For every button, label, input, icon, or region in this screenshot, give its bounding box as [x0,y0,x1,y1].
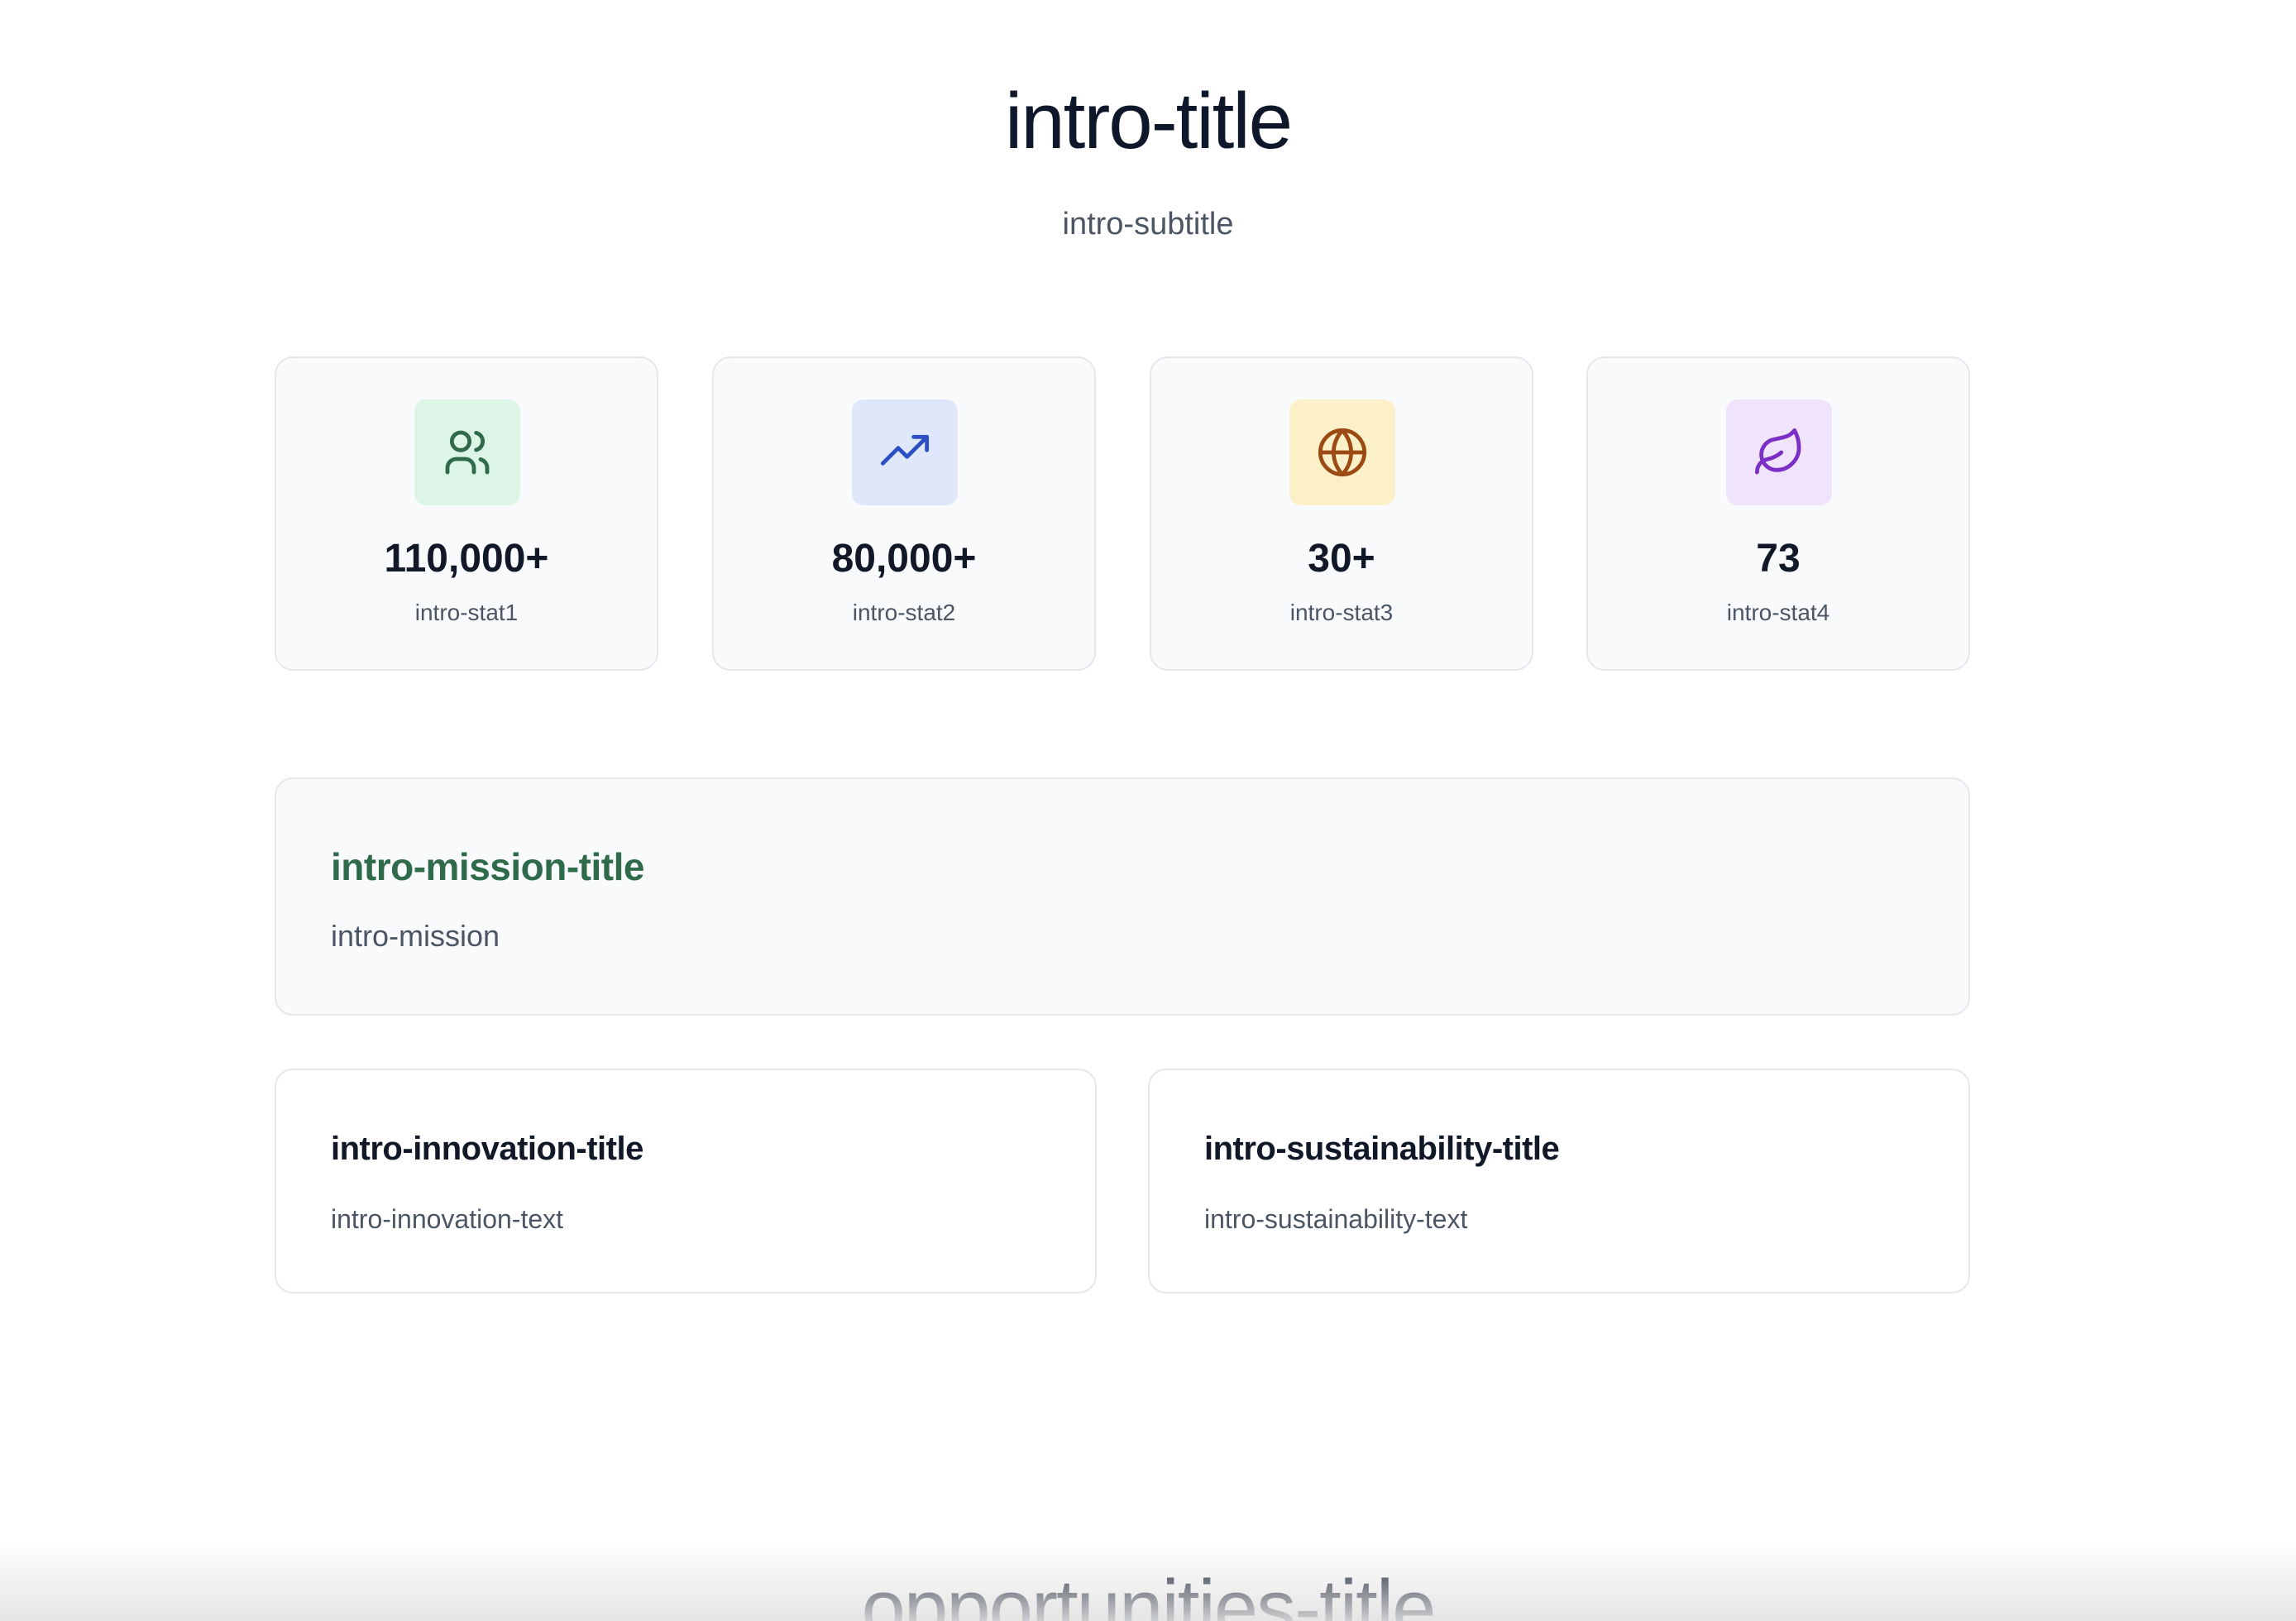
stat-value: 80,000+ [831,537,977,581]
stats-grid: 110,000+ intro-stat1 80,000+ intro-stat2 [275,356,1970,671]
intro-section: intro-title intro-subtitle 110,000+ intr… [0,0,2296,1621]
stat-card-1: 110,000+ intro-stat1 [275,356,658,671]
innovation-card: intro-innovation-title intro-innovation-… [275,1069,1097,1293]
sustainability-card: intro-sustainability-title intro-sustain… [1148,1069,1970,1293]
mission-title: intro-mission-title [331,845,644,888]
stat-card-4: 73 intro-stat4 [1586,356,1970,671]
stat-label: intro-stat4 [1726,600,1830,625]
stat-value: 30+ [1308,537,1375,581]
mission-text: intro-mission [331,919,500,953]
stat-card-3: 30+ intro-stat3 [1150,356,1533,671]
mission-card: intro-mission-title intro-mission [275,777,1970,1016]
intro-title: intro-title [1004,77,1293,165]
trending-up-icon [852,399,958,505]
stat-value: 110,000+ [384,537,549,581]
globe-icon [1289,399,1395,505]
stat-label: intro-stat1 [414,600,519,625]
users-icon [414,399,520,505]
innovation-title: intro-innovation-title [331,1131,643,1167]
sustainability-title: intro-sustainability-title [1204,1131,1560,1167]
sustainability-text: intro-sustainability-text [1204,1204,1468,1234]
leaf-icon [1726,399,1832,505]
innovation-text: intro-innovation-text [331,1204,564,1234]
stat-value: 73 [1756,537,1801,581]
stat-label: intro-stat2 [852,600,956,625]
opportunities-title: opportunities-title [861,1564,1436,1621]
intro-subtitle: intro-subtitle [1062,207,1234,241]
stat-label: intro-stat3 [1289,600,1394,625]
stat-card-2: 80,000+ intro-stat2 [712,356,1096,671]
